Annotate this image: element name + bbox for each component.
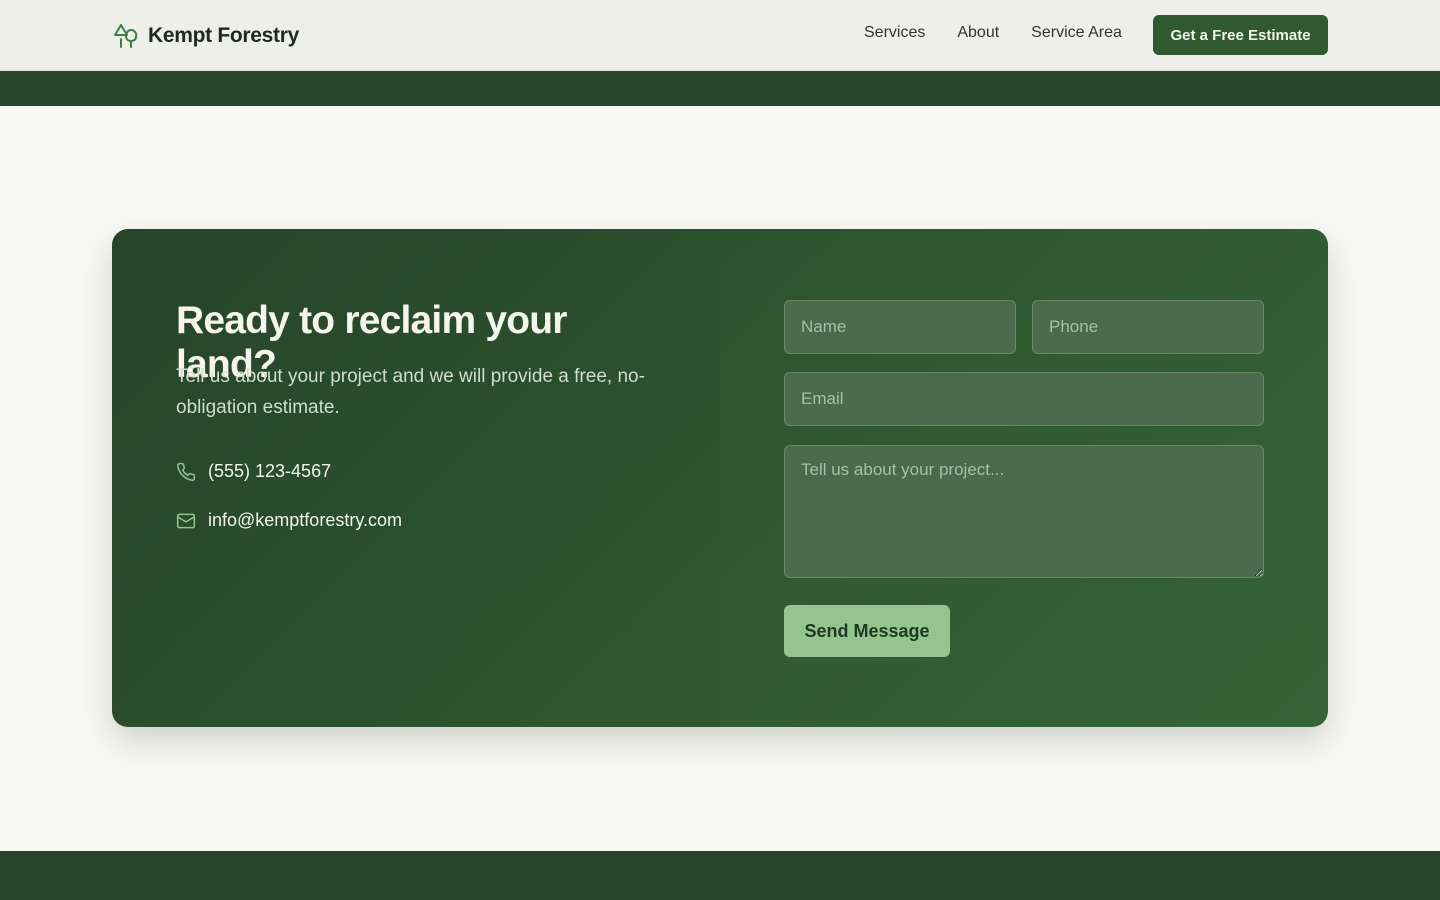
email-input[interactable] (784, 372, 1264, 426)
contact-phone-row[interactable]: (555) 123-4567 (176, 461, 331, 482)
nav-link-services[interactable]: Services (864, 24, 925, 42)
brand-logo[interactable]: Kempt Forestry (112, 20, 299, 52)
footer-green-band (0, 851, 1440, 900)
send-message-button[interactable]: Send Message (784, 605, 950, 657)
top-navigation-bar: Kempt Forestry Services About Service Ar… (0, 0, 1440, 71)
nav-links: Services About Service Area (864, 24, 1122, 42)
trees-icon (114, 24, 138, 48)
phone-icon (177, 462, 196, 481)
free-estimate-button[interactable]: Get a Free Estimate (1153, 15, 1328, 55)
contact-subcopy: Tell us about your project and we will p… (176, 366, 645, 418)
mail-icon (176, 513, 196, 528)
contact-phone: (555) 123-4567 (208, 461, 332, 481)
name-input[interactable] (784, 300, 1016, 354)
brand-name: Kempt Forestry (148, 24, 300, 47)
top-green-band (0, 71, 1440, 106)
contact-card: Ready to reclaim your land? Tell us abou… (112, 229, 1328, 727)
phone-input[interactable] (1032, 300, 1264, 354)
project-message-textarea[interactable] (784, 445, 1264, 578)
nav-link-service-area[interactable]: Service Area (1031, 24, 1122, 42)
contact-email: info@kemptforestry.com (208, 510, 402, 530)
contact-email-row[interactable]: info@kemptforestry.com (176, 510, 402, 531)
nav-link-about[interactable]: About (957, 24, 999, 42)
